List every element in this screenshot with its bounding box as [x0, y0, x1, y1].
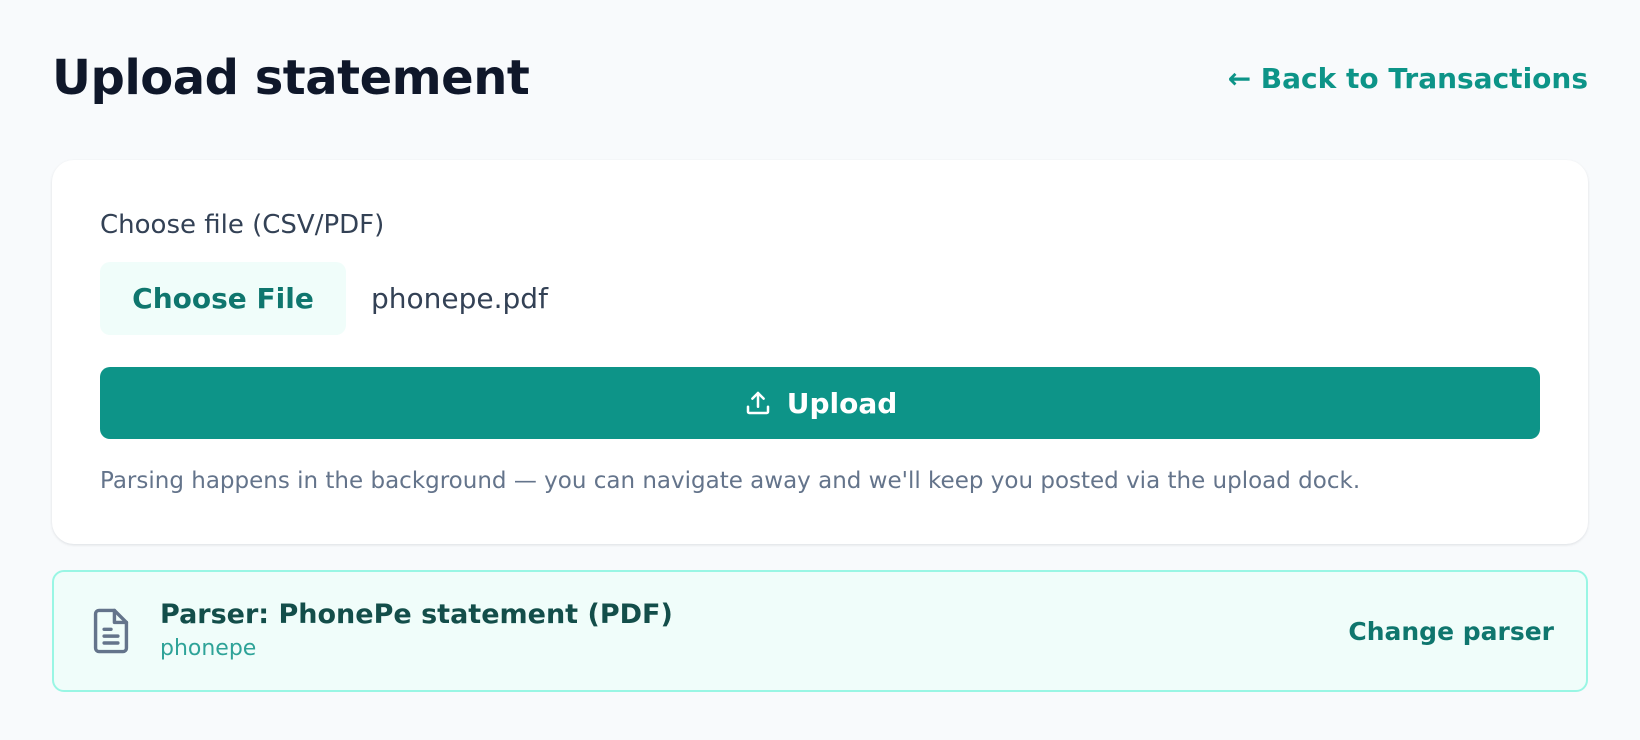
change-parser-link[interactable]: Change parser	[1348, 617, 1554, 646]
parser-title: Parser: PhonePe statement (PDF)	[160, 599, 673, 630]
upload-icon	[743, 388, 773, 418]
page-header: Upload statement ← Back to Transactions	[52, 0, 1588, 160]
file-field-label: Choose file (CSV/PDF)	[100, 210, 385, 240]
parser-id: phonepe	[160, 636, 257, 661]
document-icon	[90, 607, 132, 655]
file-input-row: Choose File phonepe.pdf	[100, 262, 1540, 335]
parser-panel: Parser: PhonePe statement (PDF) phonepe …	[52, 570, 1588, 692]
upload-help-text: Parsing happens in the background — you …	[100, 468, 1361, 494]
upload-card: Choose file (CSV/PDF) Choose File phonep…	[52, 160, 1588, 544]
selected-file-name: phonepe.pdf	[371, 282, 548, 315]
back-to-transactions-link[interactable]: ← Back to Transactions	[1228, 62, 1588, 95]
upload-button-label: Upload	[786, 386, 898, 420]
page-title: Upload statement	[52, 50, 530, 106]
parser-info: Parser: PhonePe statement (PDF) phonepe	[160, 597, 1348, 665]
upload-statement-page: Upload statement ← Back to Transactions …	[0, 0, 1640, 740]
choose-file-button[interactable]: Choose File	[100, 262, 346, 335]
upload-button[interactable]: Upload	[100, 367, 1540, 439]
